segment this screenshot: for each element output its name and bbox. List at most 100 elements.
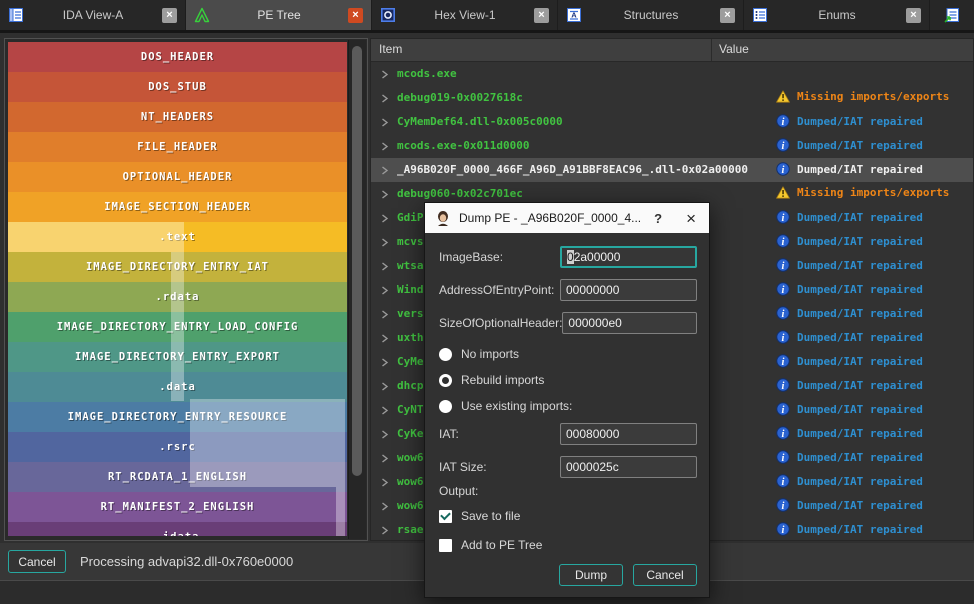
pe-map-band-rt-rcdata-1-english[interactable]: RT_RCDATA_1_ENGLISH (8, 462, 347, 492)
pe-map-band-file-header[interactable]: FILE_HEADER (8, 132, 347, 162)
tab-pe-tree[interactable]: PE Tree × (186, 0, 372, 30)
pe-map-band-dos-stub[interactable]: DOS_STUB (8, 72, 347, 102)
close-icon[interactable]: × (686, 210, 696, 227)
tab-close-icon[interactable]: × (534, 7, 549, 23)
chevron-right-icon[interactable] (381, 430, 389, 439)
pe-tree-icon (194, 7, 210, 23)
checkbox-row-save-to-file: Save to file (439, 506, 695, 526)
chevron-right-icon[interactable] (381, 382, 389, 391)
field-value: 0000025c (566, 460, 619, 474)
iat-size-input[interactable]: 0000025c (560, 456, 697, 478)
pe-map-scrollbar[interactable] (348, 40, 366, 539)
pe-map-band-image-directory-entry-iat[interactable]: IMAGE_DIRECTORY_ENTRY_IAT (8, 252, 347, 282)
value-text: Dumped/IAT repaired (797, 114, 923, 128)
column-header-value[interactable]: Value (719, 42, 749, 56)
pe-map-band--rdata[interactable]: .rdata (8, 282, 347, 312)
scrollbar-thumb[interactable] (352, 46, 362, 476)
pe-tree-logo-icon (435, 210, 451, 226)
checkbox-label: Add to PE Tree (461, 538, 543, 552)
use-existing-imports-radio[interactable] (439, 399, 452, 413)
rebuild-imports-radio[interactable] (439, 373, 452, 387)
pe-map-band-rt-manifest-2-english[interactable]: RT_MANIFEST_2_ENGLISH (8, 492, 347, 522)
value-text: Dumped/IAT repaired (797, 234, 923, 248)
column-header-item[interactable]: Item (379, 42, 402, 56)
tab-hex-view-1[interactable]: Hex View-1 × (372, 0, 558, 30)
pe-map-band-image-section-header[interactable]: IMAGE_SECTION_HEADER (8, 192, 347, 222)
tab-partial[interactable] (930, 0, 974, 30)
chevron-right-icon[interactable] (381, 70, 389, 79)
value-text: Dumped/IAT repaired (797, 402, 923, 416)
chevron-right-icon[interactable] (381, 214, 389, 223)
chevron-right-icon[interactable] (381, 94, 389, 103)
tab-close-icon[interactable]: × (720, 7, 735, 23)
addressofentrypoint-input[interactable]: 00000000 (560, 279, 697, 301)
tab-close-icon[interactable]: × (906, 7, 921, 23)
tab-structures[interactable]: A Structures × (558, 0, 744, 30)
tree-row[interactable]: _A96B020F_0000_466F_A96D_A91BBF8EAC96_.d… (371, 158, 973, 182)
chevron-right-icon[interactable] (381, 142, 389, 151)
pe-map-band-image-directory-entry-load-config[interactable]: IMAGE_DIRECTORY_ENTRY_LOAD_CONFIG (8, 312, 347, 342)
pe-map-band--idata[interactable]: .idata (8, 522, 347, 536)
chevron-right-icon[interactable] (381, 454, 389, 463)
value-cell: i Dumped/IAT repaired (776, 306, 923, 320)
value-text: Dumped/IAT repaired (797, 306, 923, 320)
pe-map-band--text[interactable]: .text (8, 222, 347, 252)
value-cell: i Dumped/IAT repaired (776, 498, 923, 512)
tab-ida-view-a[interactable]: IDA View-A × (0, 0, 186, 30)
tree-row[interactable]: mcods.exe (371, 62, 973, 86)
pe-map-band-nt-headers[interactable]: NT_HEADERS (8, 102, 347, 132)
chevron-right-icon[interactable] (381, 238, 389, 247)
chevron-right-icon[interactable] (381, 310, 389, 319)
pe-map-band-label: .data (159, 381, 196, 393)
pe-map-band-label: .rdata (155, 291, 200, 303)
pe-map-band-image-directory-entry-export[interactable]: IMAGE_DIRECTORY_ENTRY_EXPORT (8, 342, 347, 372)
pe-map-band-optional-header[interactable]: OPTIONAL_HEADER (8, 162, 347, 192)
chevron-right-icon[interactable] (381, 526, 389, 535)
tree-row[interactable]: debug019-0x0027618c Missing imports/expor… (371, 86, 973, 110)
value-cell: Missing imports/exports (776, 90, 949, 103)
tree-item-label: wtsa (397, 259, 424, 272)
chevron-right-icon[interactable] (381, 406, 389, 415)
add-to-pe-tree-checkbox[interactable] (439, 538, 452, 552)
chevron-right-icon[interactable] (381, 286, 389, 295)
tab-close-icon[interactable]: × (348, 7, 363, 23)
tree-item-label: rsae (397, 523, 424, 536)
field-value: 000000e0 (568, 316, 622, 330)
sizeofoptionalheader-input[interactable]: 000000e0 (562, 312, 697, 334)
enums-icon (752, 7, 768, 23)
tab-close-icon[interactable]: × (162, 7, 177, 23)
tab-enums[interactable]: Enums × (744, 0, 930, 30)
cancel-processing-button[interactable]: Cancel (8, 550, 66, 573)
chevron-right-icon[interactable] (381, 478, 389, 487)
help-icon[interactable]: ? (654, 211, 662, 226)
dump-button[interactable]: Dump (559, 564, 623, 586)
save-to-file-checkbox[interactable] (439, 509, 452, 523)
iat-input[interactable]: 00080000 (560, 423, 697, 445)
chevron-right-icon[interactable] (381, 190, 389, 199)
chevron-right-icon[interactable] (381, 502, 389, 511)
chevron-right-icon[interactable] (381, 166, 389, 175)
tree-row[interactable]: mcods.exe-0x011d0000 i Dumped/IAT repaired (371, 134, 973, 158)
pe-map-band-label: DOS_HEADER (140, 51, 215, 63)
tree-row[interactable]: CyMemDef64.dll-0x005c0000 i Dumped/IAT rep… (371, 110, 973, 134)
radio-label: Use existing imports: (461, 399, 573, 413)
cancel-button[interactable]: Cancel (633, 564, 697, 586)
imagebase-input[interactable]: 0 2a00000 (560, 246, 697, 268)
dialog-title: Dump PE - _A96B020F_0000_4... (459, 211, 642, 225)
chevron-right-icon[interactable] (381, 262, 389, 271)
value-text: Missing imports/exports (797, 186, 950, 199)
chevron-right-icon[interactable] (381, 334, 389, 343)
pe-map-band-image-directory-entry-resource[interactable]: IMAGE_DIRECTORY_ENTRY_RESOURCE (8, 402, 347, 432)
pe-map-band--data[interactable]: .data (8, 372, 347, 402)
svg-text:i: i (782, 213, 785, 224)
form-row-iat: IAT: 00080000 (439, 422, 697, 446)
chevron-right-icon[interactable] (381, 118, 389, 127)
chevron-right-icon[interactable] (381, 358, 389, 367)
radio-row-rebuild-imports: Rebuild imports (439, 370, 695, 390)
no-imports-radio[interactable] (439, 347, 452, 361)
pe-map-band--rsrc[interactable]: .rsrc (8, 432, 347, 462)
dialog-titlebar[interactable]: Dump PE - _A96B020F_0000_4... ? × (425, 203, 709, 233)
svg-text:i: i (782, 477, 785, 488)
pe-map-band-dos-header[interactable]: DOS_HEADER (8, 42, 347, 72)
section-label: Output: (439, 484, 479, 498)
